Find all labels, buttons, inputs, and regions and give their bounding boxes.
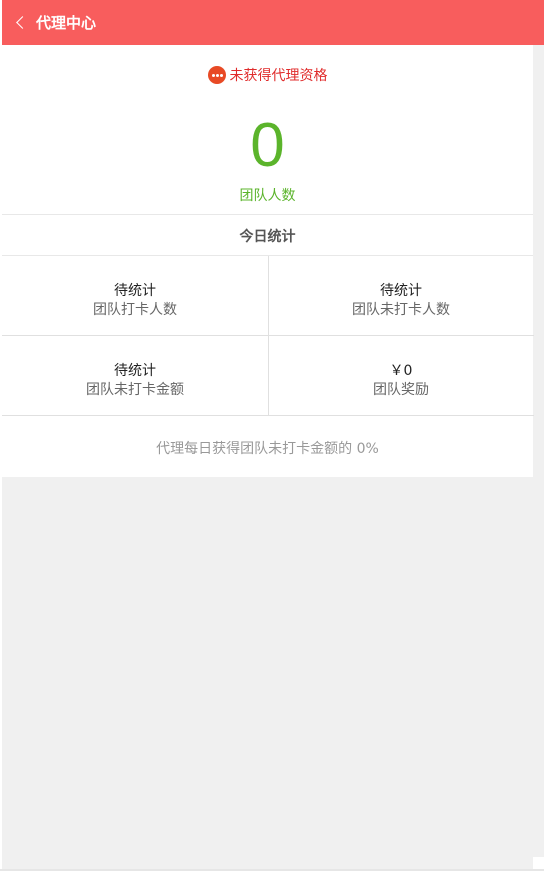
agent-card: 未获得代理资格 0 团队人数 今日统计 待统计 团队打卡人数 待统计 团队未打卡… [2, 45, 534, 477]
stat-label: 团队未打卡金额 [86, 382, 184, 398]
page-title: 代理中心 [36, 14, 97, 32]
agent-rule-note: 代理每日获得团队未打卡金额的 0% [156, 441, 379, 457]
stat-value: 待统计 [114, 363, 156, 379]
divider [2, 214, 533, 215]
chevron-left-icon [16, 16, 29, 29]
stat-value: 待统计 [380, 283, 422, 299]
grid-divider [268, 256, 269, 416]
stat-value: ￥0 [389, 363, 413, 379]
page-background: 代理中心 未获得代理资格 0 团队人数 今日统计 待统计 团队打卡人数 待统计 … [2, 0, 544, 871]
team-count-label: 团队人数 [239, 188, 296, 204]
stat-value: 待统计 [114, 283, 156, 299]
stat-label: 团队奖励 [373, 382, 429, 398]
team-count: 0 [250, 111, 285, 180]
stat-cell-team-reward: ￥0 团队奖励 [268, 336, 534, 416]
more-dots-icon [207, 66, 226, 84]
stat-label: 团队未打卡人数 [352, 302, 450, 318]
stat-cell-missed-amount: 待统计 团队未打卡金额 [2, 336, 268, 416]
stat-cell-checkin-count: 待统计 团队打卡人数 [2, 256, 268, 336]
back-button[interactable]: 代理中心 [2, 0, 96, 45]
scrollbar-corner [533, 857, 544, 869]
agent-status-text: 未获得代理资格 [229, 68, 328, 84]
stat-cell-missed-count: 待统计 团队未打卡人数 [268, 256, 534, 336]
stats-grid: 待统计 团队打卡人数 待统计 团队未打卡人数 待统计 团队未打卡金额 ￥0 团队… [2, 256, 534, 416]
top-nav-bar: 代理中心 [2, 0, 544, 45]
today-stats-title: 今日统计 [239, 229, 296, 245]
stat-label: 团队打卡人数 [93, 302, 177, 318]
agent-status: 未获得代理资格 [2, 65, 533, 85]
